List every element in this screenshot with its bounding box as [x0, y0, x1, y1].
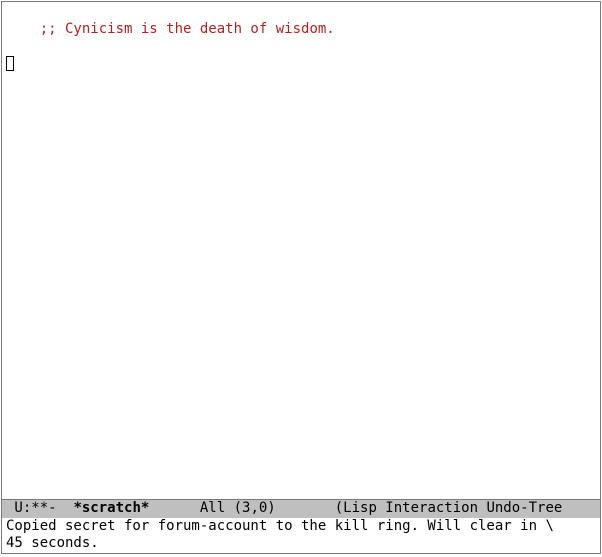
buffer-area[interactable]: ;; Cynicism is the death of wisdom. [6, 4, 598, 500]
echo-message: Copied secret for forum-account to the k… [6, 518, 554, 551]
modeline-status: U:**- [6, 500, 73, 516]
comment-line: ;; Cynicism is the death of wisdom. [40, 21, 335, 37]
modeline-position: All (3,0) [149, 500, 275, 516]
echo-area: Copied secret for forum-account to the k… [2, 517, 600, 553]
modeline-buffer-name: *scratch* [73, 500, 149, 516]
text-cursor [6, 56, 14, 71]
blank-line [6, 38, 14, 54]
modeline-modes: (Lisp Interaction Undo-Tree [276, 500, 563, 516]
mode-line[interactable]: U:**- *scratch* All (3,0) (Lisp Interact… [2, 499, 600, 518]
emacs-frame: ;; Cynicism is the death of wisdom. U:**… [1, 1, 601, 554]
